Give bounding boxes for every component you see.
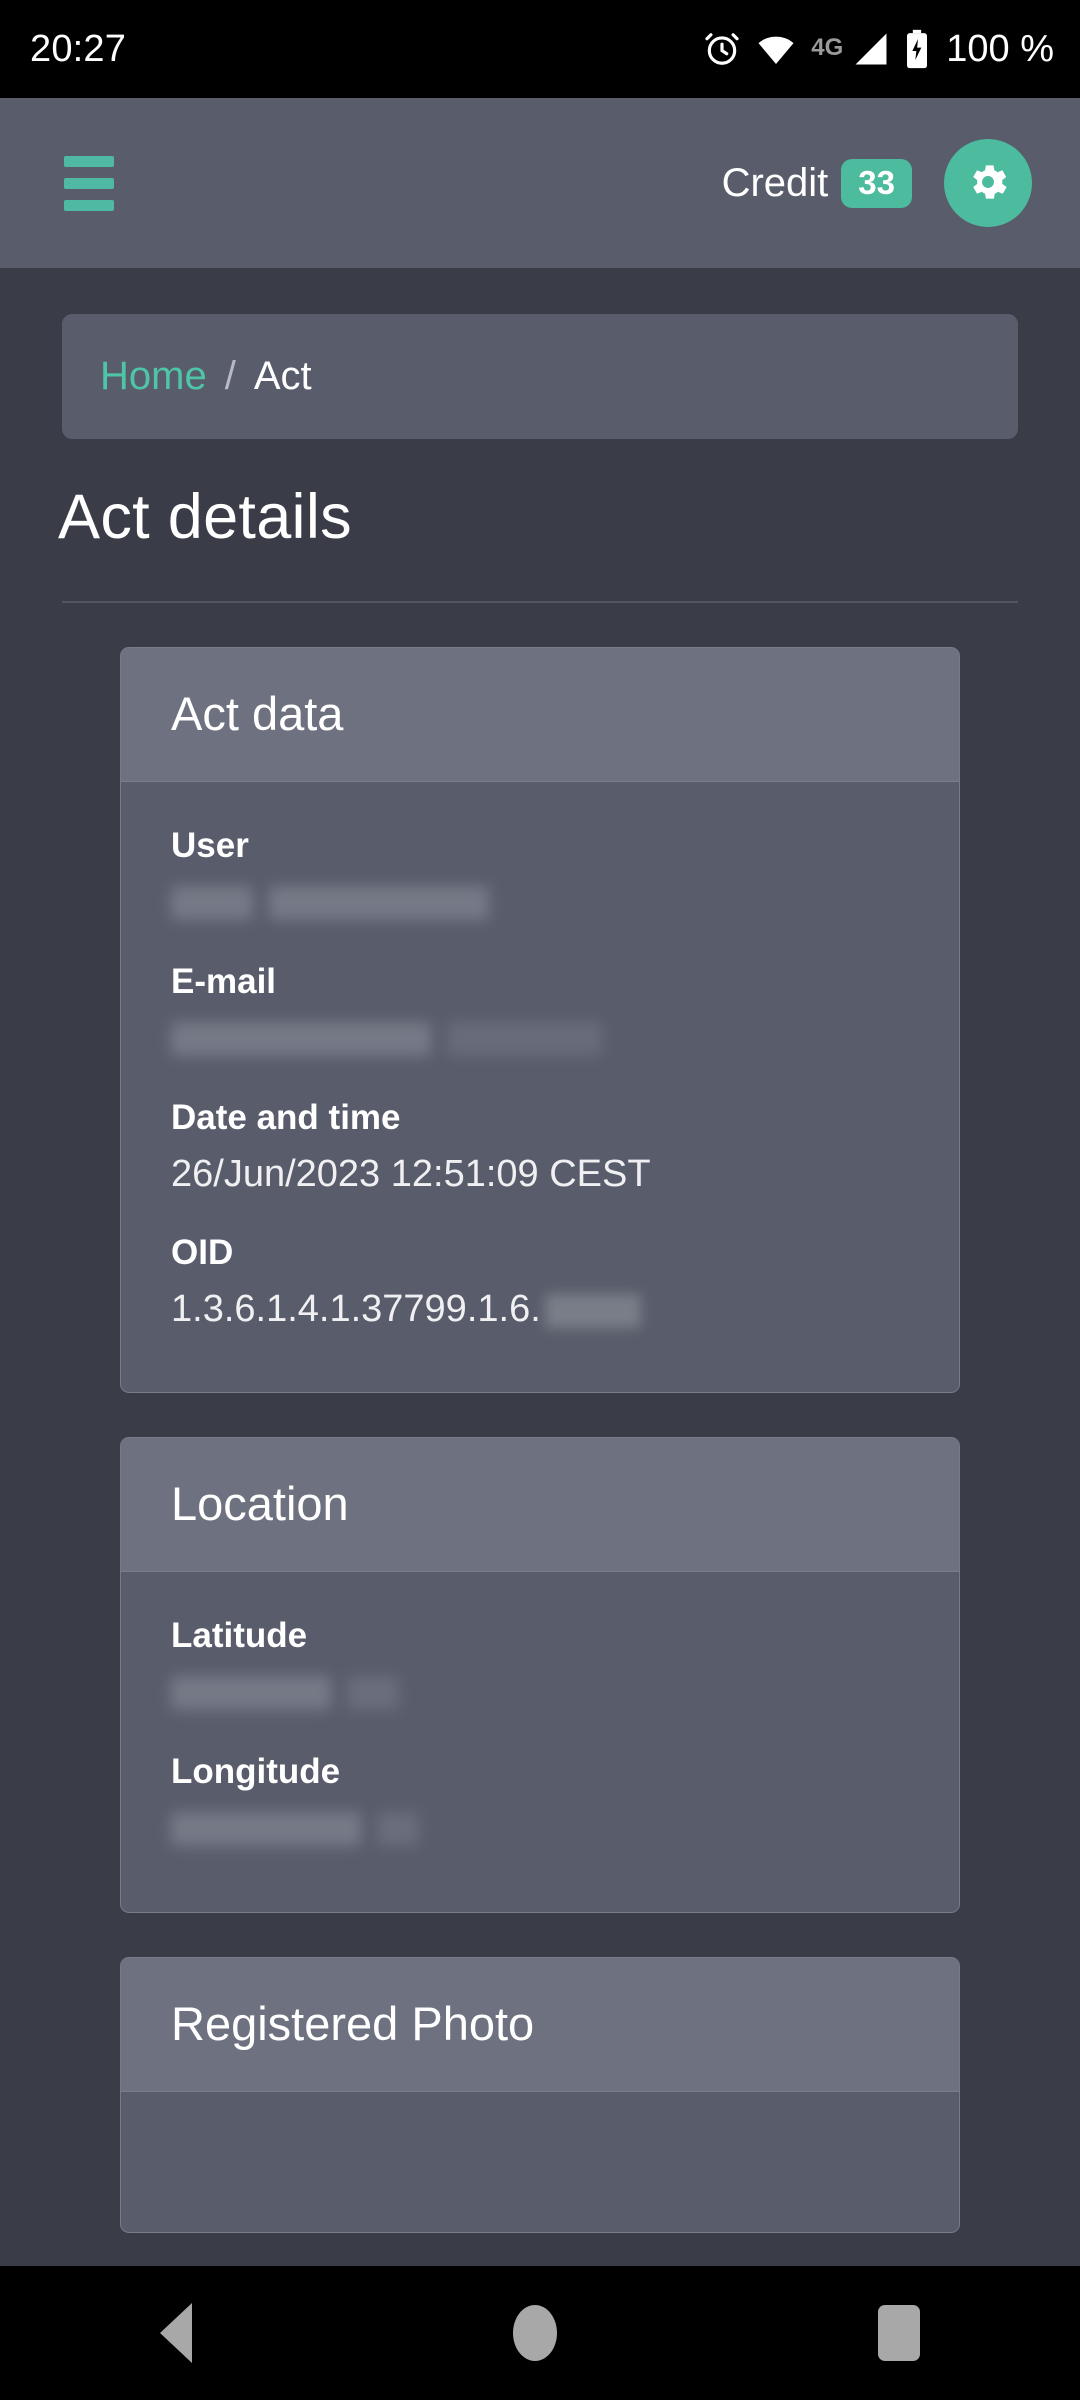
page-title: Act details <box>58 482 352 552</box>
breadcrumb-home-link[interactable]: Home <box>100 354 207 399</box>
credit-indicator[interactable]: Credit 33 <box>721 158 912 208</box>
hamburger-menu-icon[interactable] <box>64 155 114 211</box>
field-email: E-mail <box>171 962 909 1062</box>
battery-charging-icon <box>905 29 929 69</box>
location-card: Location Latitude Longitude <box>120 1436 960 1913</box>
status-icons: 4G 100 % <box>703 28 1054 71</box>
breadcrumb-current: Act <box>253 354 312 398</box>
wifi-icon <box>756 32 796 66</box>
back-icon[interactable] <box>160 2303 193 2363</box>
alarm-clock-icon <box>703 30 741 68</box>
app-header-bar: Credit 33 <box>0 98 1080 268</box>
field-date-and-time: Date and time 26/Jun/2023 12:51:09 CEST <box>171 1098 909 1197</box>
field-longitude: Longitude <box>171 1752 909 1852</box>
registered-photo-body <box>121 2092 959 2232</box>
field-latitude: Latitude <box>171 1616 909 1716</box>
field-label: OID <box>171 1232 234 1272</box>
field-value-text: 1.3.6.1.4.1.37799.1.6. <box>171 1287 541 1330</box>
recents-icon[interactable] <box>877 2305 920 2361</box>
status-clock: 20:27 <box>30 27 127 70</box>
network-type-label: 4G <box>811 33 844 61</box>
act-data-card: Act data User E-mail Date and time 26/Ju… <box>120 647 960 1393</box>
app-header-actions: Credit 33 <box>722 139 1032 227</box>
field-label: Longitude <box>171 1751 341 1791</box>
redacted-suffix <box>544 1293 641 1328</box>
location-fields: Latitude Longitude <box>121 1572 959 1912</box>
status-bar: 20:27 4G 100 % <box>0 0 1080 98</box>
card-title-registered-photo: Registered Photo <box>121 1957 959 2092</box>
phone-screen: 20:27 4G 100 % Credit 33 Home / Act Act … <box>0 0 1080 2400</box>
android-nav-bar <box>0 2266 1080 2400</box>
breadcrumb-separator: / <box>224 354 236 398</box>
act-data-fields: User E-mail Date and time 26/Jun/2023 12… <box>121 782 959 1392</box>
home-icon[interactable] <box>512 2305 557 2361</box>
field-value-redacted <box>171 1016 909 1062</box>
title-divider <box>62 601 1018 603</box>
card-title-act-data: Act data <box>121 648 959 782</box>
breadcrumb: Home / Act <box>62 314 1018 439</box>
field-oid: OID 1.3.6.1.4.1.37799.1.6. <box>171 1233 909 1332</box>
gear-icon <box>965 159 1011 208</box>
field-label: Latitude <box>171 1615 308 1655</box>
field-value-redacted <box>171 880 909 926</box>
credit-label: Credit <box>721 160 829 205</box>
field-value-redacted <box>171 1670 909 1716</box>
field-label: E-mail <box>171 962 277 1001</box>
registered-photo-card: Registered Photo <box>120 1956 960 2233</box>
settings-button[interactable] <box>944 139 1032 227</box>
field-value: 26/Jun/2023 12:51:09 CEST <box>171 1153 651 1195</box>
field-label: User <box>171 826 249 865</box>
page-content[interactable]: Home / Act Act details Act data User E-m… <box>0 268 1080 2266</box>
field-value-redacted <box>171 1806 909 1852</box>
card-title-location: Location <box>121 1437 959 1572</box>
field-user: User <box>171 826 909 926</box>
signal-icon <box>852 32 890 66</box>
field-value-partial: 1.3.6.1.4.1.37799.1.6. <box>171 1287 909 1332</box>
credit-badge: 33 <box>841 158 912 208</box>
battery-percent-label: 100 % <box>946 27 1054 70</box>
field-label: Date and time <box>171 1098 401 1137</box>
